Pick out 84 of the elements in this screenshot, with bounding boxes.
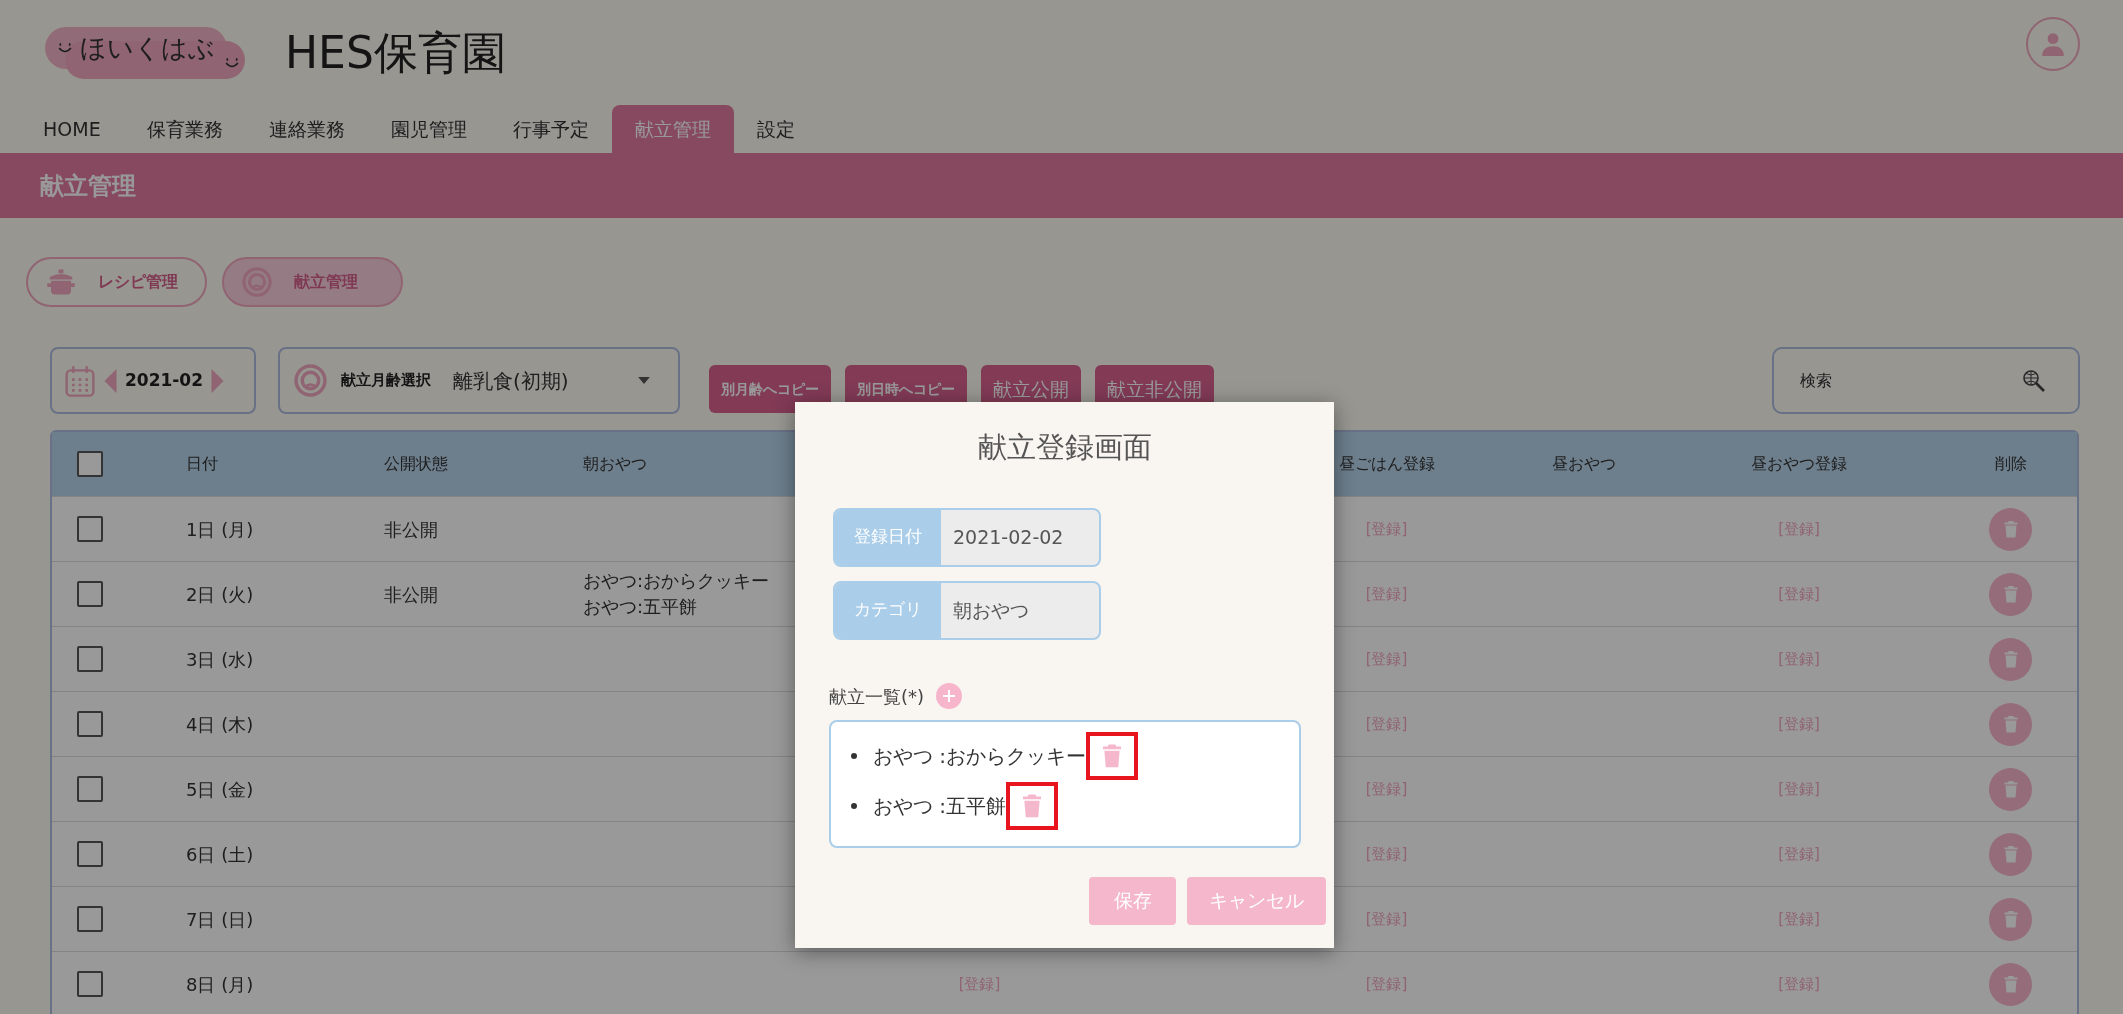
- field-value: 2021-02-02: [952, 524, 1064, 550]
- cancel-button[interactable]: キャンセル: [1187, 876, 1326, 925]
- trash-icon: [1102, 743, 1123, 768]
- page-title: 献立管理: [40, 170, 136, 202]
- date-cell: 7日 (日): [186, 908, 254, 930]
- checkbox[interactable]: [77, 581, 103, 607]
- checkbox[interactable]: [77, 646, 103, 672]
- trash-icon: [2003, 650, 2018, 668]
- smile-icon: [58, 41, 72, 54]
- column-header: 昼おやつ: [1552, 453, 1616, 475]
- date-cell: 2日 (火): [186, 583, 254, 605]
- nav-tab[interactable]: 献立管理: [611, 105, 734, 153]
- status-cell: 非公開: [384, 518, 438, 540]
- field-label: カテゴリ: [835, 582, 941, 638]
- date-cell: 3日 (水): [186, 648, 254, 670]
- trash-icon: [2003, 585, 2018, 603]
- delete-button[interactable]: [1086, 731, 1139, 780]
- age-select-label: 献立月齢選択: [341, 370, 431, 392]
- nav-tab[interactable]: 設定: [733, 105, 818, 153]
- field-value: 朝おやつ: [952, 597, 1029, 623]
- user-avatar-button[interactable]: [2026, 17, 2080, 71]
- status-cell: 非公開: [384, 583, 438, 605]
- search-icon: [2022, 368, 2046, 393]
- bullet-icon: [851, 802, 857, 809]
- smile-icon: [225, 56, 239, 69]
- column-header: 削除: [1994, 453, 2027, 475]
- checkbox[interactable]: [77, 711, 103, 737]
- age-select[interactable]: 献立月齢選択 離乳食(初期): [278, 347, 680, 414]
- list-label: 献立一覧(*): [829, 684, 925, 709]
- site-title: HES保育園: [285, 25, 506, 80]
- bullet-icon: [851, 752, 857, 759]
- trash-icon: [2003, 845, 2018, 863]
- next-arrow-icon[interactable]: [211, 368, 225, 393]
- list-item-text: おやつ :五平餅: [873, 792, 1007, 820]
- sub-tab-button[interactable]: 献立管理: [222, 257, 403, 307]
- delete-button[interactable]: [1006, 781, 1059, 830]
- checkbox[interactable]: [77, 971, 103, 997]
- dropdown-caret-icon: [638, 377, 650, 384]
- action-button[interactable]: 別月齢へコピー: [709, 365, 831, 413]
- logo-text: ほいくはぶ: [80, 32, 215, 63]
- checkbox[interactable]: [77, 906, 103, 932]
- checkbox[interactable]: [77, 776, 103, 802]
- date-cell: 1日 (月): [186, 518, 254, 540]
- month-value: 2021-02: [125, 368, 204, 392]
- nav-tab[interactable]: 園児管理: [367, 105, 490, 153]
- trash-icon: [2003, 715, 2018, 733]
- nav-tab[interactable]: HOME: [20, 105, 124, 153]
- nav-tab[interactable]: 連絡業務: [245, 105, 368, 153]
- column-header: 公開状態: [384, 454, 448, 473]
- field-label: 登録日付: [835, 509, 941, 565]
- pot-icon: [46, 267, 76, 297]
- column-header: 昼おやつ登録: [1751, 453, 1847, 475]
- nav-tab[interactable]: 行事予定: [489, 105, 612, 153]
- checkbox[interactable]: [77, 841, 103, 867]
- face-icon: [294, 364, 327, 397]
- menu-item-text: おやつ:おからクッキー: [583, 569, 770, 593]
- age-select-value: 離乳食(初期): [453, 367, 569, 395]
- search-placeholder: 検索: [1800, 369, 1833, 392]
- search-field[interactable]: 検索: [1772, 347, 2080, 414]
- column-header: 朝おやつ: [583, 454, 647, 473]
- sub-tab-button[interactable]: レシピ管理: [26, 257, 207, 307]
- menu-item-text: おやつ:五平餅: [583, 595, 698, 619]
- trash-icon: [2003, 780, 2018, 798]
- date-cell: 6日 (土): [186, 843, 254, 865]
- add-button[interactable]: [936, 683, 963, 709]
- nav-tab[interactable]: 保育業務: [123, 105, 246, 153]
- checkbox[interactable]: [77, 451, 103, 477]
- modal-title: 献立登録画面: [977, 429, 1152, 466]
- date-cell: 8日 (月): [186, 973, 254, 995]
- column-header: 昼ごはん登録: [1338, 453, 1435, 475]
- checkbox[interactable]: [77, 516, 103, 542]
- face-icon: [242, 267, 272, 297]
- date-cell: 5日 (金): [186, 778, 254, 800]
- column-header: 日付: [186, 454, 218, 473]
- trash-icon: [2003, 520, 2018, 538]
- date-cell: 4日 (木): [186, 713, 254, 735]
- plus-icon: [943, 690, 956, 702]
- list-item-text: おやつ :おからクッキー: [873, 742, 1087, 770]
- user-icon: [2040, 31, 2066, 57]
- trash-icon: [2003, 910, 2018, 928]
- trash-icon: [1022, 793, 1043, 818]
- trash-icon: [2003, 975, 2018, 993]
- save-button[interactable]: 保存: [1089, 876, 1176, 925]
- previous-arrow-icon[interactable]: [104, 368, 117, 393]
